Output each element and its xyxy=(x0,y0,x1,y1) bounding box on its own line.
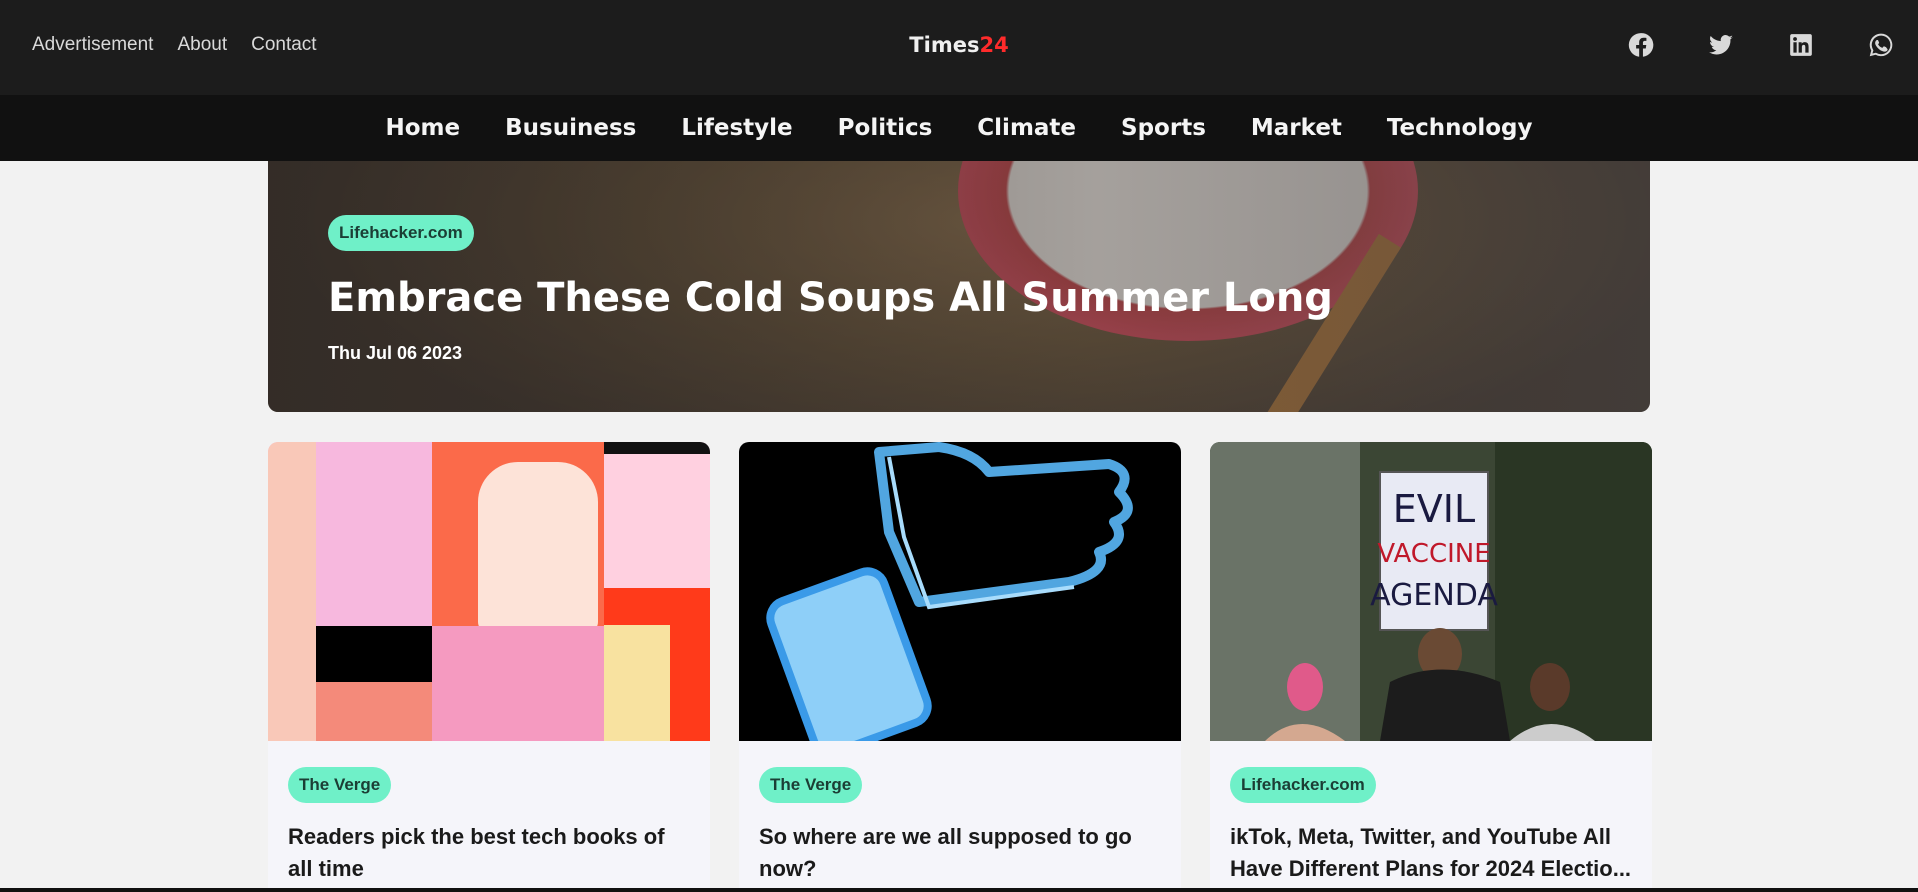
hero-title[interactable]: Embrace These Cold Soups All Summer Long xyxy=(328,275,1333,321)
facebook-icon[interactable] xyxy=(1628,32,1654,58)
logo-accent: 24 xyxy=(979,33,1009,57)
card-title[interactable]: Readers pick the best tech books of all … xyxy=(288,821,690,885)
article-cards: The Verge Readers pick the best tech boo… xyxy=(268,442,1652,892)
sign-line-2: VACCINE xyxy=(1377,539,1490,569)
main-nav: Home Busuiness Lifestyle Politics Climat… xyxy=(0,95,1918,161)
article-card[interactable]: The Verge So where are we all supposed t… xyxy=(739,442,1181,892)
page-bottom-divider xyxy=(0,888,1918,892)
social-links xyxy=(1628,32,1894,58)
card-title[interactable]: So where are we all supposed to go now? xyxy=(759,821,1161,885)
hero-article[interactable]: Lifehacker.com Embrace These Cold Soups … xyxy=(268,161,1650,412)
hero-content: Lifehacker.com Embrace These Cold Soups … xyxy=(328,215,1333,364)
nav-item-sports[interactable]: Sports xyxy=(1121,115,1206,141)
whatsapp-icon[interactable] xyxy=(1868,32,1894,58)
article-image: EVIL VACCINE AGENDA xyxy=(1210,442,1652,741)
thumbs-up-icon xyxy=(766,442,1133,741)
nav-item-business[interactable]: Busuiness xyxy=(505,115,636,141)
nav-item-climate[interactable]: Climate xyxy=(977,115,1076,141)
card-source-badge: Lifehacker.com xyxy=(1230,767,1376,803)
article-image xyxy=(739,442,1181,741)
linkedin-icon[interactable] xyxy=(1788,32,1814,58)
protest-photo: EVIL VACCINE AGENDA xyxy=(1210,442,1652,741)
hero-date: Thu Jul 06 2023 xyxy=(328,343,463,363)
article-card[interactable]: EVIL VACCINE AGENDA Lifehacker.com ikTok… xyxy=(1210,442,1652,892)
article-image xyxy=(268,442,710,741)
logo-main: Times xyxy=(909,33,980,57)
card-title[interactable]: ikTok, Meta, Twitter, and YouTube All Ha… xyxy=(1230,821,1632,885)
nav-item-technology[interactable]: Technology xyxy=(1387,115,1533,141)
sign-line-1: EVIL xyxy=(1393,487,1475,531)
sign-line-3: AGENDA xyxy=(1370,578,1498,613)
top-header: Advertisement About Contact Times24 xyxy=(0,0,1918,95)
hero-source-badge: Lifehacker.com xyxy=(328,215,474,251)
card-source-badge: The Verge xyxy=(759,767,863,803)
nav-item-politics[interactable]: Politics xyxy=(838,115,933,141)
card-source-badge: The Verge xyxy=(288,767,392,803)
article-card[interactable]: The Verge Readers pick the best tech boo… xyxy=(268,442,710,892)
nav-item-market[interactable]: Market xyxy=(1251,115,1342,141)
nav-item-home[interactable]: Home xyxy=(386,115,461,141)
twitter-icon[interactable] xyxy=(1708,32,1734,58)
nav-item-lifestyle[interactable]: Lifestyle xyxy=(681,115,792,141)
